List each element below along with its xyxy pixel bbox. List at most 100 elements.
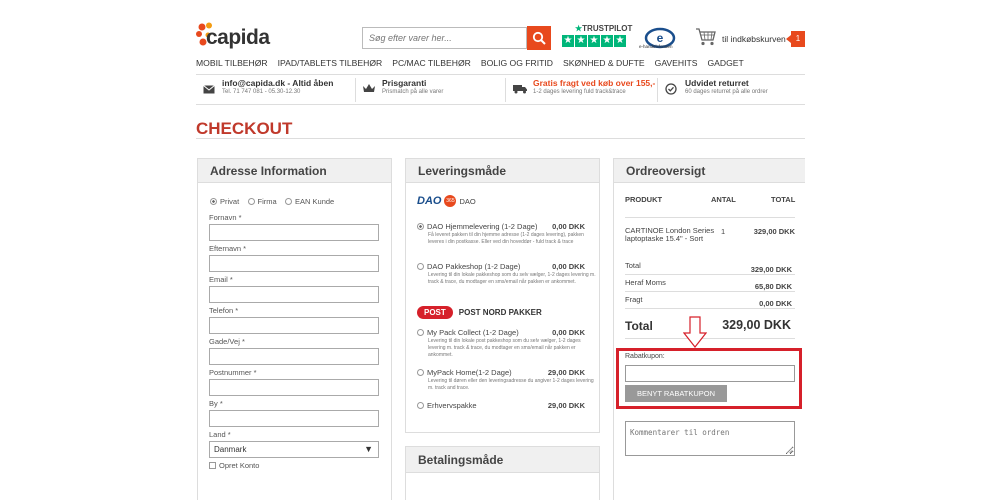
resize-handle-icon[interactable] bbox=[786, 447, 793, 454]
radio-label: Privat bbox=[220, 197, 240, 206]
cart-icon[interactable] bbox=[695, 27, 717, 47]
address-panel-title: Adresse Information bbox=[198, 159, 391, 183]
dao-logo: DAO 365 DAO bbox=[417, 195, 476, 207]
grand-total-label: Total bbox=[625, 319, 653, 333]
col-product: PRODUKT bbox=[625, 195, 663, 204]
star-icon: ★ bbox=[601, 35, 613, 47]
info-price-guarantee[interactable]: Prisgaranti Prismatch på alle varer bbox=[382, 78, 443, 102]
postnord-logo: POST POST NORD PAKKER bbox=[417, 306, 542, 319]
delivery-option-label: My Pack Collect (1-2 Dage) bbox=[427, 328, 519, 337]
delivery-option-label: MyPack Home(1-2 Dage) bbox=[427, 368, 512, 377]
star-icon: ★ bbox=[588, 35, 600, 47]
radio-circle bbox=[210, 198, 217, 205]
radio-circle bbox=[417, 402, 424, 409]
capida-logo[interactable]: capida bbox=[196, 22, 270, 52]
info-subtitle: Prismatch på alle varer bbox=[382, 89, 444, 95]
lastname-field[interactable] bbox=[209, 255, 379, 272]
info-title: Gratis fragt ved køb over 155,- bbox=[533, 78, 656, 88]
radio-firma[interactable]: Firma bbox=[247, 197, 277, 206]
shipping-value: 0,00 DKK bbox=[759, 299, 792, 308]
cart-count-badge[interactable]: 1 bbox=[791, 31, 805, 47]
nav-item[interactable]: GAVEHITS bbox=[655, 58, 698, 74]
order-divider bbox=[625, 291, 795, 292]
star-icon: ★ bbox=[614, 35, 626, 47]
delivery-description: Levering til din lokale pakkeshop som du… bbox=[428, 272, 596, 285]
delivery-option-dao-shop[interactable]: DAO Pakkeshop (1-2 Dage) bbox=[417, 262, 520, 271]
delivery-description: Få leveret pakken til din hjemme adresse… bbox=[428, 232, 584, 245]
field-label: Efternavn * bbox=[209, 244, 247, 253]
delivery-option-label: Erhvervspakke bbox=[427, 401, 477, 410]
info-return[interactable]: Udvidet returret 60 dages returret på al… bbox=[685, 78, 768, 102]
page-title: CHECKOUT bbox=[196, 119, 293, 138]
street-field[interactable] bbox=[209, 348, 379, 365]
firstname-field[interactable] bbox=[209, 224, 379, 241]
phone-field[interactable] bbox=[209, 317, 379, 334]
product-qty: 1 bbox=[721, 227, 726, 236]
delivery-option-label: DAO Hjemmelevering (1-2 Dage) bbox=[427, 222, 538, 231]
grand-total-value: 329,00 DKK bbox=[722, 318, 791, 332]
info-title: Udvidet returret bbox=[685, 78, 749, 88]
delivery-option-mypack-collect[interactable]: My Pack Collect (1-2 Dage) bbox=[417, 328, 519, 337]
info-subtitle: 60 dages returret på alle ordrer bbox=[685, 89, 768, 95]
order-divider bbox=[625, 217, 795, 218]
vat-label: Heraf Moms bbox=[625, 278, 666, 287]
radio-label: EAN Kunde bbox=[295, 197, 335, 206]
info-contact[interactable]: info@capida.dk - Altid åben Tel. 71 747 … bbox=[222, 78, 333, 102]
title-divider bbox=[196, 138, 805, 139]
delivery-option-dao-home[interactable]: DAO Hjemmelevering (1-2 Dage) bbox=[417, 222, 537, 231]
info-subtitle: Tel. 71 747 081 - 05.30-12.30 bbox=[222, 89, 301, 95]
country-value: Danmark bbox=[214, 445, 247, 454]
create-account-checkbox[interactable]: Opret Konto bbox=[209, 461, 259, 470]
trustpilot-stars[interactable]: ★ ★ ★ ★ ★ bbox=[562, 35, 626, 47]
order-divider bbox=[625, 338, 795, 339]
order-divider bbox=[625, 274, 795, 275]
post-logo-badge: POST bbox=[417, 306, 453, 319]
nav-item[interactable]: PC/MAC TILBEHØR bbox=[392, 58, 471, 74]
info-bar-divider bbox=[196, 104, 805, 105]
city-field[interactable] bbox=[209, 410, 379, 427]
nav-item[interactable]: MOBIL TILBEHØR bbox=[196, 58, 268, 74]
delivery-option-erhverv[interactable]: Erhvervspakke bbox=[417, 401, 477, 410]
field-label: Telefon * bbox=[209, 306, 239, 315]
email-field[interactable] bbox=[209, 286, 379, 303]
order-comment-field[interactable] bbox=[625, 421, 795, 456]
search-button[interactable] bbox=[527, 26, 551, 50]
coupon-input[interactable] bbox=[625, 365, 795, 382]
dao-badge: 365 bbox=[444, 195, 457, 207]
truck-icon bbox=[513, 85, 527, 94]
delivery-panel-title: Leveringsmåde bbox=[406, 159, 599, 183]
star-icon: ★ bbox=[575, 35, 587, 47]
radio-circle bbox=[417, 223, 424, 230]
shipping-label: Fragt bbox=[625, 295, 643, 304]
nav-item[interactable]: SKØNHED & DUFTE bbox=[563, 58, 645, 74]
emaerket-text: e-handelsfonden bbox=[639, 44, 673, 49]
postal-code-field[interactable] bbox=[209, 379, 379, 396]
info-title: info@capida.dk - Altid åben bbox=[222, 78, 334, 88]
radio-ean[interactable]: EAN Kunde bbox=[285, 197, 334, 206]
field-label: Postnummer * bbox=[209, 368, 257, 377]
cart-link[interactable]: til indkøbskurven bbox=[722, 34, 786, 44]
trustpilot-text: TRUSTPILOT bbox=[582, 24, 633, 33]
trustpilot-label: ★TRUSTPILOT bbox=[575, 24, 632, 33]
arrow-down-icon bbox=[683, 316, 707, 348]
search-input[interactable] bbox=[362, 27, 527, 49]
field-label: Fornavn * bbox=[209, 213, 242, 222]
nav-item[interactable]: BOLIG OG FRITID bbox=[481, 58, 553, 74]
star-icon: ★ bbox=[562, 35, 574, 47]
radio-privat[interactable]: Privat bbox=[210, 197, 239, 206]
checkbox-label: Opret Konto bbox=[219, 461, 260, 470]
nav-item[interactable]: IPAD/TABLETS TILBEHØR bbox=[278, 58, 383, 74]
dao-label: DAO bbox=[459, 196, 476, 206]
product-name[interactable]: CARTINOE London Series laptoptaske 15.4"… bbox=[625, 227, 715, 243]
postnord-label: POST NORD PAKKER bbox=[458, 308, 542, 317]
crown-icon bbox=[363, 84, 375, 92]
country-select[interactable]: Danmark ▼ bbox=[209, 441, 379, 458]
apply-coupon-button[interactable]: BENYT RABATKUPON bbox=[625, 385, 727, 402]
nav-item[interactable]: GADGET bbox=[707, 58, 743, 74]
delivery-option-mypack-home[interactable]: MyPack Home(1-2 Dage) bbox=[417, 368, 512, 377]
field-label: Email * bbox=[209, 275, 233, 284]
order-panel-title: Ordreoversigt bbox=[614, 159, 805, 183]
info-free-shipping[interactable]: Gratis fragt ved køb over 155,- 1-2 dage… bbox=[533, 78, 655, 102]
logo-text: capida bbox=[206, 26, 270, 49]
main-nav: MOBIL TILBEHØR IPAD/TABLETS TILBEHØR PC/… bbox=[196, 58, 805, 74]
